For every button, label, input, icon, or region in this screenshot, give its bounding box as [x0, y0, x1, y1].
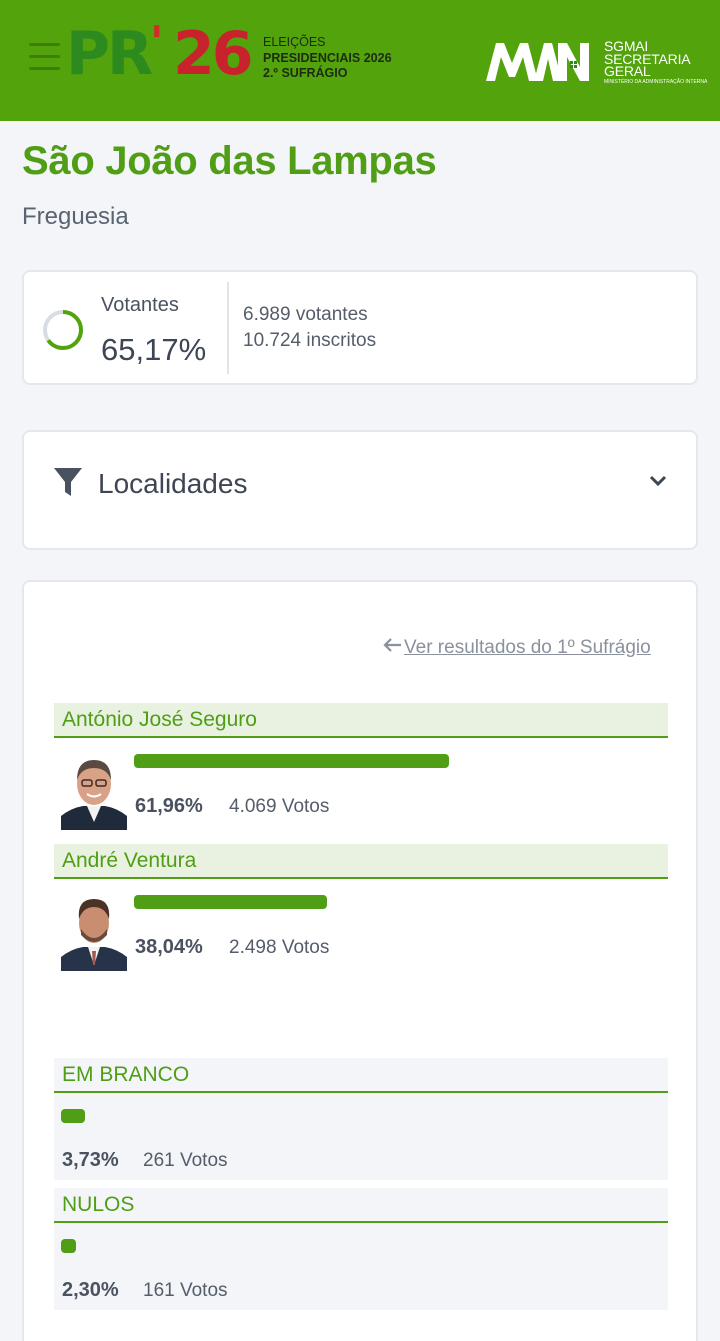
candidate-votes: 2.498 Votos — [229, 937, 330, 958]
logo-pr: PR — [66, 19, 153, 89]
null-votes-count: 161 Votos — [143, 1280, 228, 1301]
turnout-card: Votantes 65,17% 6.989 votantes 10.724 in… — [22, 270, 698, 385]
blank-votes-percent: 3,73% — [62, 1149, 119, 1171]
candidate-photo — [61, 750, 127, 830]
candidate-photo — [61, 891, 127, 971]
candidate-bar — [134, 895, 328, 909]
turnout-progress-ring — [43, 310, 83, 350]
first-round-link-label: Ver resultados do 1º Sufrágio — [404, 637, 651, 658]
blank-votes-header: EM BRANCO — [54, 1058, 668, 1093]
results-card: Ver resultados do 1º Sufrágio António Jo… — [22, 580, 698, 1341]
divider — [227, 282, 229, 374]
null-votes-label: NULOS — [62, 1193, 135, 1216]
filter-icon — [54, 468, 82, 496]
page-title: São João das Lampas — [22, 139, 437, 183]
localidades-filter[interactable]: Localidades — [22, 430, 698, 550]
candidate-percent: 61,96% — [135, 795, 203, 817]
blank-votes-bar — [61, 1109, 86, 1123]
page-subtitle: Freguesia — [22, 203, 129, 230]
org-name: SGMAI SECRETARIA GERAL MINISTÉRIO DA ADM… — [604, 38, 708, 85]
logo-apostrophe: ' — [150, 17, 164, 68]
candidate-percent: 38,04% — [135, 936, 203, 958]
candidate-votes: 4.069 Votos — [229, 796, 330, 817]
null-votes-header: NULOS — [54, 1188, 668, 1223]
filter-label: Localidades — [98, 468, 248, 499]
candidate-header: António José Seguro — [54, 703, 668, 738]
arrow-left-icon — [382, 637, 402, 659]
candidate-name: António José Seguro — [62, 708, 257, 731]
logo-year: 26 — [173, 19, 253, 89]
null-votes-bar — [61, 1239, 76, 1253]
candidate-name: André Ventura — [62, 849, 197, 872]
blank-votes-label: EM BRANCO — [62, 1063, 190, 1086]
null-votes-block: NULOS 2,30% 161 Votos — [54, 1188, 668, 1310]
blank-votes-count: 261 Votos — [143, 1150, 228, 1171]
app-header: PR ' 26 ELEIÇÕES PRESIDENCIAIS 2026 2.º … — [0, 0, 720, 121]
blank-votes-block: EM BRANCO 3,73% 261 Votos — [54, 1058, 668, 1180]
logo-subtitle: ELEIÇÕES PRESIDENCIAIS 2026 2.º SUFRÁGIO — [263, 35, 392, 80]
turnout-percent: 65,17% — [101, 332, 207, 367]
man-logo-icon — [486, 43, 589, 81]
voters-count: 6.989 votantes — [243, 304, 368, 325]
first-round-link[interactable]: Ver resultados do 1º Sufrágio — [382, 637, 651, 659]
null-votes-percent: 2,30% — [62, 1279, 119, 1301]
turnout-label: Votantes — [101, 294, 179, 316]
candidate-header: André Ventura — [54, 844, 668, 879]
candidate-bar — [134, 754, 449, 768]
menu-icon[interactable] — [29, 43, 60, 71]
chevron-down-icon[interactable] — [649, 475, 667, 487]
registered-count: 10.724 inscritos — [243, 330, 377, 351]
